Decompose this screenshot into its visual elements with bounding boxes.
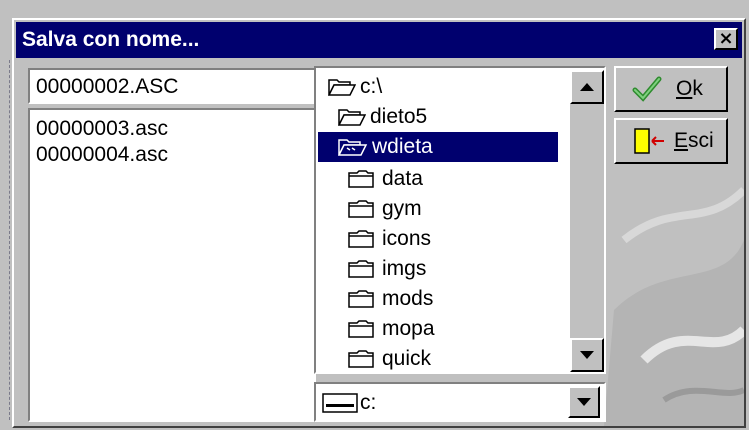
checkmark-icon xyxy=(632,76,662,102)
folder-icon xyxy=(348,260,374,278)
ok-button[interactable]: Ok xyxy=(614,66,728,112)
folder-scrollbar[interactable] xyxy=(570,70,604,372)
background-decoration xyxy=(604,187,744,426)
file-item[interactable]: 00000003.asc xyxy=(36,116,314,142)
drive-dropdown-button[interactable] xyxy=(568,386,600,418)
filename-value: 00000002.ASC xyxy=(36,75,179,98)
folder-tree[interactable]: c:\ dieto5 wdieta data gym icons imgs mo… xyxy=(314,66,606,374)
ok-label-rest: k xyxy=(692,77,703,100)
exit-mnemonic: E xyxy=(674,129,689,152)
scroll-down-button[interactable] xyxy=(570,338,604,372)
close-icon: × xyxy=(718,28,734,49)
folder-icon xyxy=(348,290,374,308)
folder-item-dieto5[interactable]: dieto5 xyxy=(338,102,427,132)
folder-item-icons[interactable]: icons xyxy=(348,224,431,254)
ok-mnemonic: O xyxy=(676,77,693,100)
folder-icon xyxy=(348,200,374,218)
folder-item-quick[interactable]: quick xyxy=(348,344,431,372)
file-list[interactable]: 00000003.asc 00000004.asc xyxy=(28,108,316,422)
folder-item-mods[interactable]: mods xyxy=(348,284,433,314)
scroll-up-button[interactable] xyxy=(570,70,604,104)
folder-item-mopa[interactable]: mopa xyxy=(348,314,435,344)
scroll-track[interactable] xyxy=(570,104,604,340)
folder-icon xyxy=(348,320,374,338)
folder-item-data[interactable]: data xyxy=(348,164,423,194)
chevron-down-icon xyxy=(577,398,591,406)
open-folder-icon xyxy=(338,109,366,126)
background-window-edge xyxy=(9,60,11,420)
dialog-title: Salva con nome... xyxy=(22,28,200,51)
close-button[interactable]: × xyxy=(714,28,738,50)
folder-icon xyxy=(348,170,374,188)
folder-item-c-root[interactable]: c:\ xyxy=(328,72,382,102)
exit-label-rest: sci xyxy=(688,129,714,152)
exit-door-icon xyxy=(634,128,664,154)
save-as-dialog: Salva con nome... × 00000002.ASC 0000000… xyxy=(12,18,746,428)
arrow-up-icon xyxy=(580,83,594,91)
exit-button[interactable]: Esci xyxy=(614,118,728,164)
open-folder-icon xyxy=(328,79,356,96)
drive-select[interactable]: c: xyxy=(314,382,606,422)
title-bar[interactable]: Salva con nome... × xyxy=(16,22,742,58)
folder-icon xyxy=(348,350,374,368)
screen-background: Salva con nome... × 00000002.ASC 0000000… xyxy=(0,0,749,430)
drive-value: c: xyxy=(360,391,377,414)
drive-icon xyxy=(322,393,358,413)
file-item[interactable]: 00000004.asc xyxy=(36,142,314,168)
folder-item-imgs[interactable]: imgs xyxy=(348,254,426,284)
open-folder-icon xyxy=(338,139,368,156)
folder-icon xyxy=(348,230,374,248)
folder-item-wdieta[interactable]: wdieta xyxy=(318,132,558,162)
filename-input[interactable]: 00000002.ASC xyxy=(28,68,316,104)
folder-item-gym[interactable]: gym xyxy=(348,194,422,224)
arrow-down-icon xyxy=(580,351,594,359)
